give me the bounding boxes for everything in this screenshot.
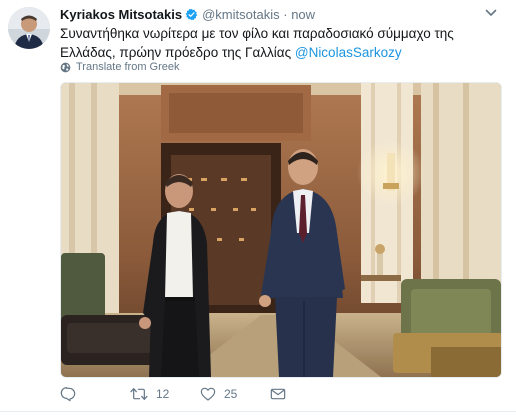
direct-message-button[interactable]: [270, 386, 286, 402]
tweet-actions: 12 25: [60, 386, 500, 406]
translate-label: Translate from Greek: [76, 61, 180, 73]
separator-dot: ·: [283, 7, 288, 22]
tweet-card[interactable]: Kyriakos Mitsotakis @kmitsotakis · now Συ…: [0, 0, 516, 415]
mention-link[interactable]: @NicolasSarkozy: [295, 45, 402, 60]
avatar[interactable]: [8, 7, 50, 49]
tweet-timestamp[interactable]: now: [291, 7, 315, 22]
like-icon: [200, 387, 216, 401]
tweet-photo[interactable]: [60, 82, 502, 378]
retweet-icon: [130, 388, 148, 400]
author-handle[interactable]: @kmitsotakis: [202, 7, 280, 22]
tweet-text-line-1: Συναντήθηκα νωρίτερα με τον φίλο και παρ…: [60, 26, 454, 41]
reply-icon: [60, 387, 76, 402]
globe-icon: [60, 62, 71, 72]
chevron-down-icon[interactable]: [484, 6, 498, 25]
translate-link[interactable]: Translate from Greek: [60, 61, 180, 73]
tweet-text: Συναντήθηκα νωρίτερα με τον φίλο και παρ…: [60, 24, 460, 62]
retweet-button[interactable]: 12: [130, 386, 169, 402]
tweet-text-line-2: Ελλάδας, πρώην πρόεδρο της Γαλλίας @Nico…: [60, 43, 460, 62]
tweet-header: Kyriakos Mitsotakis @kmitsotakis · now: [60, 7, 315, 24]
tweet-text-line-2-text: Ελλάδας, πρώην πρόεδρο της Γαλλίας: [60, 45, 295, 60]
direct-message-icon: [270, 388, 286, 400]
like-count: 25: [224, 387, 238, 401]
author-name[interactable]: Kyriakos Mitsotakis: [60, 7, 182, 22]
verified-badge-icon: [185, 8, 198, 24]
retweet-count: 12: [156, 387, 170, 401]
divider: [0, 411, 516, 412]
like-button[interactable]: 25: [200, 386, 237, 402]
reply-button[interactable]: [60, 386, 84, 402]
